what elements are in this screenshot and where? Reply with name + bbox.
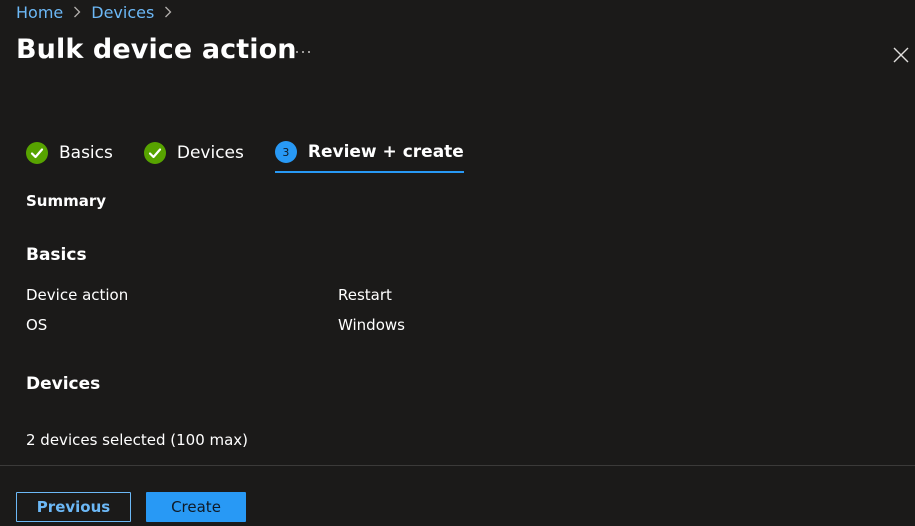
step-number-icon: 3	[274, 141, 297, 163]
step-label: Devices	[176, 143, 244, 163]
step-label: Basics	[59, 143, 113, 163]
row-value: Restart	[338, 286, 392, 304]
step-label: Review + create	[307, 142, 464, 162]
more-options-button[interactable]	[291, 42, 315, 62]
devices-heading: Devices	[26, 374, 101, 394]
check-circle-icon	[26, 142, 48, 164]
step-number: 3	[274, 141, 297, 163]
tab-review-create[interactable]: 3 Review + create	[274, 133, 464, 173]
breadcrumb-home-link[interactable]: Home	[16, 3, 63, 22]
summary-row-device-action: Device action Restart	[26, 286, 626, 304]
row-key: OS	[26, 316, 48, 334]
summary-row-os: OS Windows	[26, 316, 626, 334]
basics-heading: Basics	[26, 245, 87, 265]
wizard-steps: Basics Devices 3 Review + create	[26, 133, 495, 175]
chevron-right-icon	[73, 6, 81, 18]
previous-button[interactable]: Previous	[16, 492, 131, 522]
chevron-right-icon	[164, 6, 172, 18]
page-title: Bulk device action	[16, 34, 297, 65]
footer-divider	[0, 465, 915, 466]
summary-label: Summary	[26, 192, 107, 210]
tab-devices[interactable]: Devices	[143, 133, 244, 173]
breadcrumb: Home Devices	[16, 1, 182, 23]
row-value: Windows	[338, 316, 405, 334]
check-circle-icon	[143, 142, 166, 164]
row-key: Device action	[26, 286, 129, 304]
ellipsis-icon	[296, 51, 310, 53]
close-button[interactable]	[889, 43, 913, 67]
tab-basics[interactable]: Basics	[26, 133, 113, 173]
devices-selected-text: 2 devices selected (100 max)	[26, 431, 249, 449]
close-icon	[893, 47, 909, 63]
create-button[interactable]: Create	[146, 492, 246, 522]
breadcrumb-devices-link[interactable]: Devices	[91, 3, 154, 22]
